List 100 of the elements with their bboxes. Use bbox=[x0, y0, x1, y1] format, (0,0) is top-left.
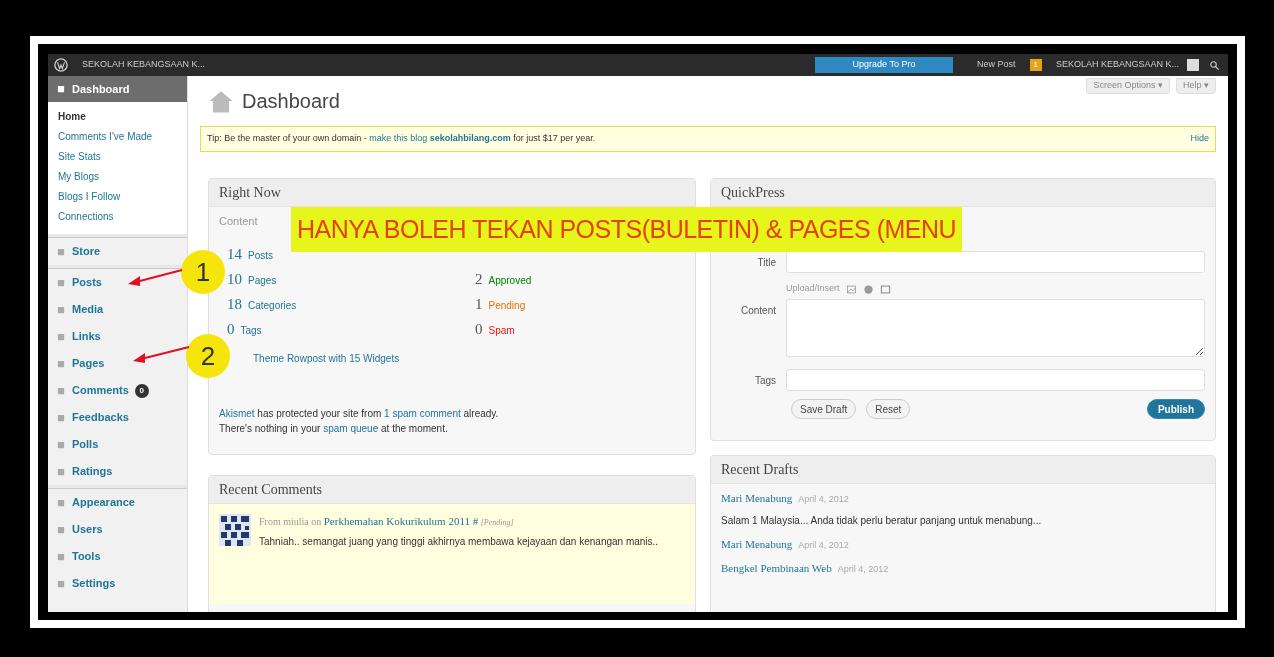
publish-button[interactable]: Publish bbox=[1146, 399, 1205, 419]
title-field[interactable] bbox=[786, 251, 1205, 273]
submenu-item[interactable]: Home bbox=[48, 106, 187, 126]
menu-label: Settings bbox=[72, 576, 116, 592]
account-name[interactable]: SEKOLAH KEBANGSAAN K... bbox=[1055, 58, 1179, 72]
menu-label: Media bbox=[72, 302, 104, 318]
menu-label: Tools bbox=[72, 549, 101, 565]
menu-label: Store bbox=[72, 244, 101, 260]
panel-title: QuickPress bbox=[721, 184, 785, 202]
text-link[interactable]: 1 spam comment bbox=[384, 408, 461, 419]
sidebar-item[interactable]: Polls bbox=[48, 431, 187, 458]
stat-label[interactable]: Posts bbox=[248, 248, 273, 263]
submenu-item[interactable]: My Blogs bbox=[48, 166, 187, 186]
stat-count[interactable]: 0 bbox=[227, 318, 235, 341]
menu-label: Dashboard bbox=[72, 81, 130, 97]
stat-label[interactable]: Approved bbox=[488, 273, 532, 288]
upload-label: Upload/Insert bbox=[786, 282, 840, 296]
sidebar-item[interactable]: Ratings bbox=[48, 458, 187, 485]
image-icon bbox=[845, 283, 857, 295]
stat-label[interactable]: Pages bbox=[248, 273, 277, 288]
media-icon bbox=[862, 283, 874, 295]
stat-label[interactable]: Tags bbox=[240, 323, 262, 338]
submenu-item[interactable]: Site Stats bbox=[48, 146, 187, 166]
site-name[interactable]: SEKOLAH KEBANGSAAN K... bbox=[82, 58, 206, 72]
submenu-item[interactable]: Connections bbox=[48, 206, 187, 226]
stat-count[interactable]: 0 bbox=[475, 318, 483, 341]
new-post-link[interactable]: New Post bbox=[977, 58, 1016, 72]
stat-label[interactable]: Pending bbox=[488, 298, 526, 313]
sidebar-item[interactable]: Pages bbox=[48, 350, 187, 377]
draft-link[interactable]: Bengkel Pembinaan Web bbox=[721, 560, 832, 577]
sidebar-item[interactable]: Dashboard bbox=[48, 76, 187, 102]
text-link[interactable]: Akismet bbox=[219, 408, 255, 419]
save-draft-button[interactable]: Save Draft bbox=[791, 399, 857, 419]
avatar-icon[interactable] bbox=[1187, 59, 1199, 71]
tip-text: Tip: Be the master of your own domain - make this blog sekolahbilang.com for just $17 per year. bbox=[207, 132, 596, 146]
menu-icon bbox=[56, 304, 66, 315]
submenu-item[interactable]: Blogs I Follow bbox=[48, 186, 187, 206]
pattern-avatar-icon bbox=[219, 514, 251, 546]
content-field[interactable] bbox=[786, 299, 1205, 357]
sidebar-item[interactable]: Comments 0 bbox=[48, 377, 187, 404]
comment-text: Tahniah.. semangat juang yang tinggi akhirnya membawa kejayaan dan kenangan manis.. bbox=[259, 535, 660, 549]
stat-label[interactable]: Categories bbox=[248, 298, 297, 313]
menu-label: Pages bbox=[72, 356, 105, 372]
sidebar-item[interactable]: Media bbox=[48, 296, 187, 323]
menu-label: Feedbacks bbox=[72, 410, 129, 426]
annotation-banner: HANYA BOLEH TEKAN POSTS(BULETIN) & PAGES (MENU bbox=[291, 207, 963, 252]
upgrade-link[interactable]: make this blog bbox=[369, 133, 428, 144]
stat-count[interactable]: 2 bbox=[475, 268, 483, 291]
submenu-item[interactable]: Comments I've Made bbox=[48, 126, 187, 146]
post-link[interactable]: Perkhemahan Kokurikulum 2011 # bbox=[323, 515, 479, 527]
stat-count[interactable]: 10 bbox=[227, 268, 242, 291]
sidebar-item[interactable]: Tools bbox=[48, 543, 187, 570]
menu-icon bbox=[56, 578, 66, 589]
menu-label: Links bbox=[72, 329, 101, 345]
screen-options-button[interactable]: Screen Options ▾ bbox=[1086, 78, 1170, 94]
menu-label: Appearance bbox=[72, 495, 135, 511]
theme-info[interactable]: Theme Rowpost with 15 Widgets bbox=[253, 351, 400, 366]
sidebar-item[interactable]: Settings bbox=[48, 570, 187, 597]
logo-icon bbox=[54, 58, 68, 72]
menu-icon bbox=[56, 466, 66, 477]
frame-icon bbox=[879, 283, 891, 295]
menu-icon bbox=[56, 439, 66, 450]
arrow bbox=[128, 269, 183, 286]
sidebar-item[interactable]: Feedbacks bbox=[48, 404, 187, 431]
sidebar-item[interactable]: Users bbox=[48, 516, 187, 543]
menu-icon bbox=[56, 385, 66, 396]
menu-icon bbox=[56, 412, 66, 423]
field-label: Tags bbox=[753, 374, 776, 388]
stat-label[interactable]: Spam bbox=[488, 323, 515, 338]
help-button[interactable]: Help ▾ bbox=[1176, 78, 1216, 94]
stat-count[interactable]: 14 bbox=[227, 243, 242, 266]
draft-excerpt: Salam 1 Malaysia... Anda tidak perlu beratur panjang untuk menabung... bbox=[721, 513, 1043, 528]
menu-icon bbox=[56, 84, 66, 94]
menu-label: Comments bbox=[72, 383, 129, 399]
section-heading: Content bbox=[219, 214, 258, 229]
field-label: Content bbox=[739, 304, 776, 318]
stat-count[interactable]: 1 bbox=[475, 293, 483, 316]
sidebar-item[interactable]: Appearance bbox=[48, 489, 187, 516]
menu-label: Posts bbox=[72, 275, 102, 291]
text-link[interactable]: spam queue bbox=[323, 423, 379, 434]
tags-field[interactable] bbox=[786, 369, 1205, 391]
reset-button[interactable]: Reset bbox=[866, 399, 911, 419]
sidebar-item[interactable]: Links bbox=[48, 323, 187, 350]
akismet-text: Akismet has protected your site from 1 spam comment already. There's nothing in your spam queue at the moment. bbox=[219, 407, 500, 436]
search-icon bbox=[1209, 59, 1220, 71]
stat-count[interactable]: 18 bbox=[227, 293, 242, 316]
menu-icon bbox=[56, 497, 66, 508]
hide-link[interactable]: Hide bbox=[1190, 132, 1209, 146]
panel-title: Recent Comments bbox=[219, 481, 323, 499]
menu-label: Ratings bbox=[72, 464, 113, 480]
arrow bbox=[133, 346, 190, 363]
menu-icon bbox=[56, 358, 66, 369]
panel-title: Right Now bbox=[219, 184, 281, 202]
draft-link[interactable]: Mari Menabung bbox=[721, 490, 793, 507]
comment-meta: From miulia on Perkhemahan Kokurikulum 2011 # [Pending] bbox=[259, 514, 515, 529]
draft-link[interactable]: Mari Menabung bbox=[721, 535, 793, 552]
menu-icon bbox=[56, 246, 66, 257]
page-title: Dashboard bbox=[242, 89, 340, 114]
upgrade-button[interactable]: Upgrade To Pro bbox=[815, 57, 953, 73]
menu-icon bbox=[56, 331, 66, 342]
